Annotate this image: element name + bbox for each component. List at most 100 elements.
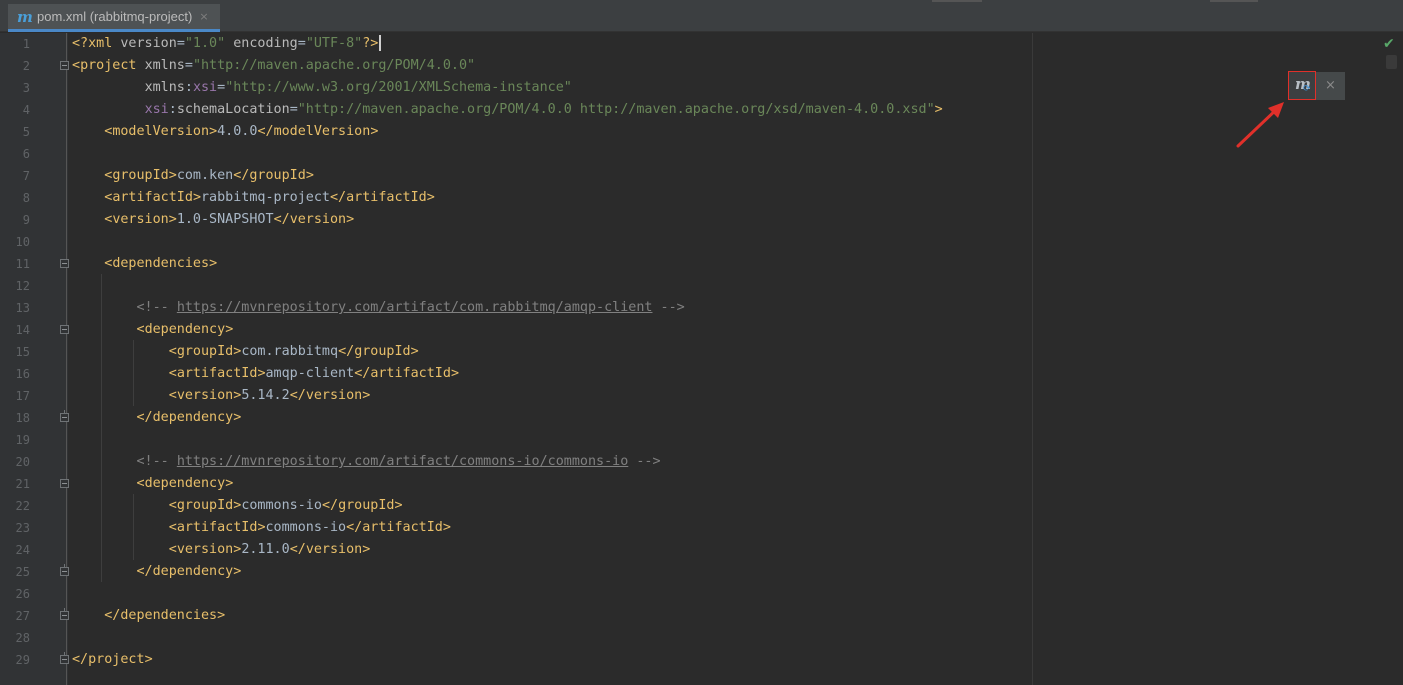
code-line[interactable]: <version>1.0-SNAPSHOT</version> xyxy=(72,209,354,231)
fold-toggle-icon[interactable] xyxy=(60,479,69,488)
code-line[interactable]: xsi:schemaLocation="http://maven.apache.… xyxy=(72,99,943,121)
fold-toggle-icon[interactable] xyxy=(60,325,69,334)
code-line[interactable]: <groupId>com.rabbitmq</groupId> xyxy=(72,341,419,363)
code-token: 4.0.0 xyxy=(217,124,258,139)
right-margin-guide xyxy=(1032,33,1033,685)
code-token: com.rabbitmq xyxy=(241,344,339,359)
code-token: dependency xyxy=(144,476,226,491)
code-line[interactable]: <modelVersion>4.0.0</modelVersion> xyxy=(72,121,378,143)
code-token: version xyxy=(112,212,169,227)
toolbar-strip xyxy=(932,0,982,2)
code-token: < xyxy=(168,542,177,557)
code-token: < xyxy=(168,344,177,359)
line-number: 27 xyxy=(15,609,30,623)
code-token: > xyxy=(394,498,403,513)
code-token: amqp-client xyxy=(265,366,355,381)
code-token: > xyxy=(362,542,371,557)
load-maven-changes-button[interactable]: m ⟳ xyxy=(1288,71,1316,100)
code-line[interactable]: <artifactId>amqp-client</artifactId> xyxy=(72,363,459,385)
code-token: artifactId xyxy=(370,366,451,381)
code-token: </ xyxy=(354,366,371,381)
line-number: 19 xyxy=(15,433,30,447)
comment-link[interactable]: https://mvnrepository.com/artifact/com.r… xyxy=(177,300,653,315)
code-token: dependencies xyxy=(120,608,218,623)
line-number: 3 xyxy=(22,81,30,95)
code-token: : xyxy=(184,80,193,95)
code-line[interactable]: <dependencies> xyxy=(72,253,217,275)
code-line[interactable]: <artifactId>commons-io</artifactId> xyxy=(72,517,451,539)
code-line[interactable]: </project> xyxy=(72,649,153,671)
code-token: </ xyxy=(346,520,363,535)
code-token: > xyxy=(426,190,435,205)
toolbar-strip xyxy=(1210,0,1258,2)
code-line[interactable]: </dependency> xyxy=(72,561,242,583)
maven-popup-close-button[interactable]: × xyxy=(1316,72,1345,100)
line-number: 15 xyxy=(15,345,30,359)
code-token: > xyxy=(305,168,314,183)
code-line[interactable]: <?xml version="1.0" encoding="UTF-8"?> xyxy=(72,33,382,55)
line-number: 10 xyxy=(15,235,30,249)
code-token: </ xyxy=(330,190,347,205)
close-icon[interactable]: × xyxy=(199,10,208,23)
code-token: groupId xyxy=(249,168,306,183)
line-number: 7 xyxy=(22,169,30,183)
fold-toggle-icon[interactable] xyxy=(60,259,69,268)
line-number: 11 xyxy=(15,257,30,271)
code-token: xmlns xyxy=(144,80,185,95)
code-token: > xyxy=(209,124,218,139)
tab-label: pom.xml (rabbitmq-project) xyxy=(37,9,193,24)
code-token: > xyxy=(346,212,355,227)
code-line[interactable]: <version>5.14.2</version> xyxy=(72,385,371,407)
line-number: 9 xyxy=(22,213,30,227)
code-token: dependency xyxy=(144,322,226,337)
code-token: xsi xyxy=(144,102,169,117)
code-token: > xyxy=(362,388,371,403)
code-token: > xyxy=(370,124,379,139)
tab-pom-xml[interactable]: m pom.xml (rabbitmq-project) × xyxy=(8,4,220,32)
line-number: 24 xyxy=(15,543,30,557)
code-token: --> xyxy=(652,300,685,315)
code-token: commons-io xyxy=(265,520,347,535)
code-line[interactable]: <version>2.11.0</version> xyxy=(72,539,371,561)
line-number: 18 xyxy=(15,411,30,425)
code-line[interactable]: xmlns:xsi="http://www.w3.org/2001/XMLSch… xyxy=(72,77,572,99)
code-token: groupId xyxy=(354,344,411,359)
code-token: 2.11.0 xyxy=(241,542,290,557)
scrollbar[interactable] xyxy=(1386,55,1397,69)
code-token: artifactId xyxy=(362,520,443,535)
fold-toggle-icon[interactable] xyxy=(60,564,69,576)
comment-link[interactable]: https://mvnrepository.com/artifact/commo… xyxy=(177,454,628,469)
code-token: groupId xyxy=(112,168,169,183)
inspection-ok-icon[interactable]: ✔ xyxy=(1383,37,1397,51)
code-token: > xyxy=(225,476,234,491)
fold-toggle-icon[interactable] xyxy=(60,61,69,70)
fold-toggle-icon[interactable] xyxy=(60,652,69,664)
code-line[interactable]: <!-- https://mvnrepository.com/artifact/… xyxy=(72,297,685,319)
code-token: < xyxy=(168,498,177,513)
code-line[interactable]: <groupId>com.ken</groupId> xyxy=(72,165,314,187)
line-number: 14 xyxy=(15,323,30,337)
code-line[interactable]: <groupId>commons-io</groupId> xyxy=(72,495,403,517)
line-number: 28 xyxy=(15,631,30,645)
code-line[interactable]: <artifactId>rabbitmq-project</artifactId… xyxy=(72,187,435,209)
line-number-gutter: 1 2 3 4 5 6 7 8 9 10 11 12 13 14 15 16 17 18 19 20 21 22 23 24 2… xyxy=(0,33,68,685)
code-line[interactable]: </dependency> xyxy=(72,407,242,429)
code-token: groupId xyxy=(176,498,234,513)
code-token: > xyxy=(257,520,266,535)
code-line[interactable]: <dependency> xyxy=(72,319,234,341)
fold-toggle-icon[interactable] xyxy=(60,608,69,620)
code-line[interactable]: </dependencies> xyxy=(72,605,225,627)
fold-toggle-icon[interactable] xyxy=(60,410,69,422)
line-number: 20 xyxy=(15,455,30,469)
code-line[interactable]: <!-- https://mvnrepository.com/artifact/… xyxy=(72,451,661,473)
code-line[interactable]: <project xmlns="http://maven.apache.org/… xyxy=(72,55,475,77)
code-token: version xyxy=(305,388,363,403)
code-token: > xyxy=(233,410,242,425)
code-token: < xyxy=(72,58,81,73)
code-line[interactable]: <dependency> xyxy=(72,473,234,495)
